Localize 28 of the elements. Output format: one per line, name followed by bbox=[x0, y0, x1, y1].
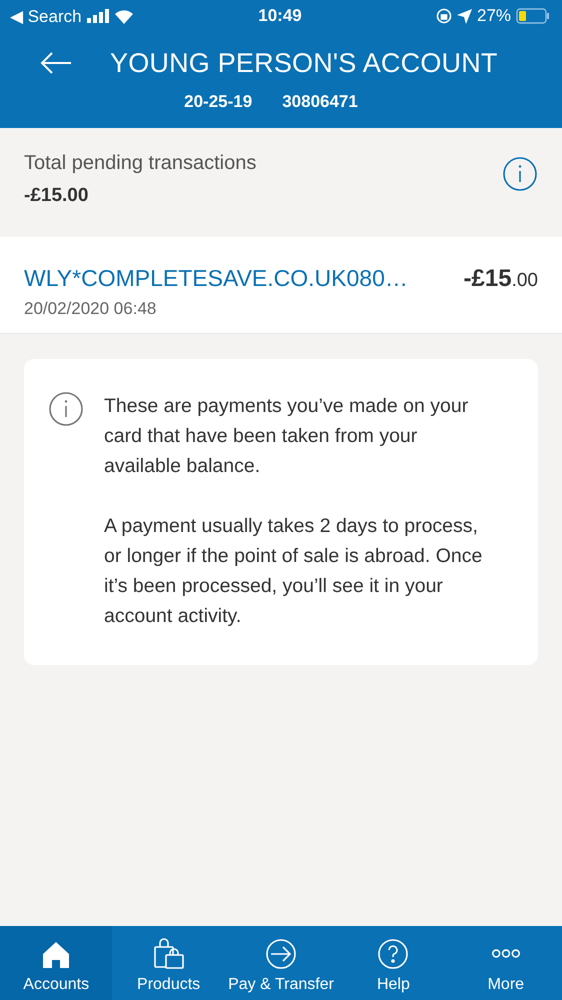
arrow-circle-icon bbox=[265, 938, 298, 970]
wifi-icon bbox=[114, 8, 134, 24]
shopping-bags-icon bbox=[152, 938, 185, 970]
info-button[interactable] bbox=[502, 156, 538, 192]
transaction-date: 20/02/2020 06:48 bbox=[24, 299, 158, 319]
tab[interactable]: Accounts bbox=[0, 926, 112, 1000]
info-icon bbox=[48, 391, 84, 427]
back-button[interactable] bbox=[40, 51, 72, 75]
signal-icon bbox=[86, 9, 109, 23]
transaction-description: WLY*COMPLETESAVE.CO.UK080… bbox=[24, 265, 408, 292]
pending-total: -£15.00 bbox=[24, 185, 90, 207]
transaction-amount: -£15.00 bbox=[464, 265, 538, 293]
account-title: YOUNG PERSON'S ACCOUNT bbox=[110, 48, 498, 78]
account-number: 30806471 bbox=[282, 92, 358, 112]
info-paragraph: A payment usually takes 2 days to process, or longer if the point of sale is abroad. Once it’s been processed, you’ll see it in your account activity. bbox=[104, 514, 484, 629]
rotation-lock-icon bbox=[436, 8, 452, 24]
clock-time: 10:49 bbox=[258, 6, 302, 26]
info-icon bbox=[502, 156, 538, 192]
info-paragraph: These are payments you’ve made on your card that have been taken from your available balance. bbox=[104, 394, 470, 479]
battery-icon bbox=[516, 8, 550, 24]
home-icon bbox=[41, 940, 72, 970]
back-to-search-link[interactable]: ◀ Search bbox=[10, 6, 82, 26]
pending-label: Total pending transactions bbox=[24, 152, 256, 175]
location-icon bbox=[456, 8, 472, 24]
help-icon bbox=[377, 938, 410, 970]
sort-code: 20-25-19 bbox=[184, 92, 252, 112]
battery-percentage: 27% bbox=[476, 6, 512, 26]
more-icon bbox=[492, 949, 520, 958]
